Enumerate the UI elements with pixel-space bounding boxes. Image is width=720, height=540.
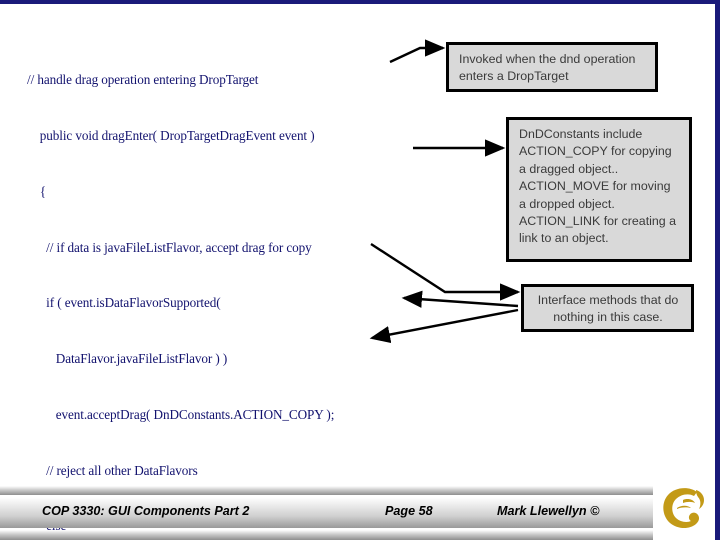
pegasus-logo xyxy=(653,478,715,540)
footer-page-number: Page 58 xyxy=(385,504,433,518)
footer-course-label: COP 3330: GUI Components Part 2 xyxy=(42,504,250,518)
slide-canvas: // handle drag operation entering DropTa… xyxy=(0,0,720,540)
code-line: public void dragEnter( DropTargetDragEve… xyxy=(27,127,315,143)
code-line: { xyxy=(27,183,47,199)
callout-dnd-constants: DnDConstants include ACTION_COPY for cop… xyxy=(506,117,692,262)
code-line: // reject all other DataFlavors xyxy=(27,462,198,478)
code-line: if ( event.isDataFlavorSupported( xyxy=(27,295,221,311)
footer-top-strip xyxy=(0,486,715,495)
code-line: event.acceptDrag( DnDConstants.ACTION_CO… xyxy=(27,406,335,422)
code-listing: // handle drag operation entering DropTa… xyxy=(27,34,457,540)
code-line: // if data is javaFileListFlavor, accept… xyxy=(27,239,312,255)
callout-interface-methods: Interface methods that do nothing in thi… xyxy=(521,284,694,332)
slide-footer: COP 3330: GUI Components Part 2 Page 58 … xyxy=(0,482,715,540)
callout-drag-enter: Invoked when the dnd operation enters a … xyxy=(446,42,658,92)
footer-author-label: Mark Llewellyn © xyxy=(497,504,600,518)
pegasus-icon xyxy=(663,488,704,529)
footer-bar: COP 3330: GUI Components Part 2 Page 58 … xyxy=(0,497,715,528)
code-line: // handle drag operation entering DropTa… xyxy=(27,72,259,88)
footer-bottom-strip xyxy=(0,530,715,540)
code-line: DataFlavor.javaFileListFlavor ) ) xyxy=(27,351,228,367)
